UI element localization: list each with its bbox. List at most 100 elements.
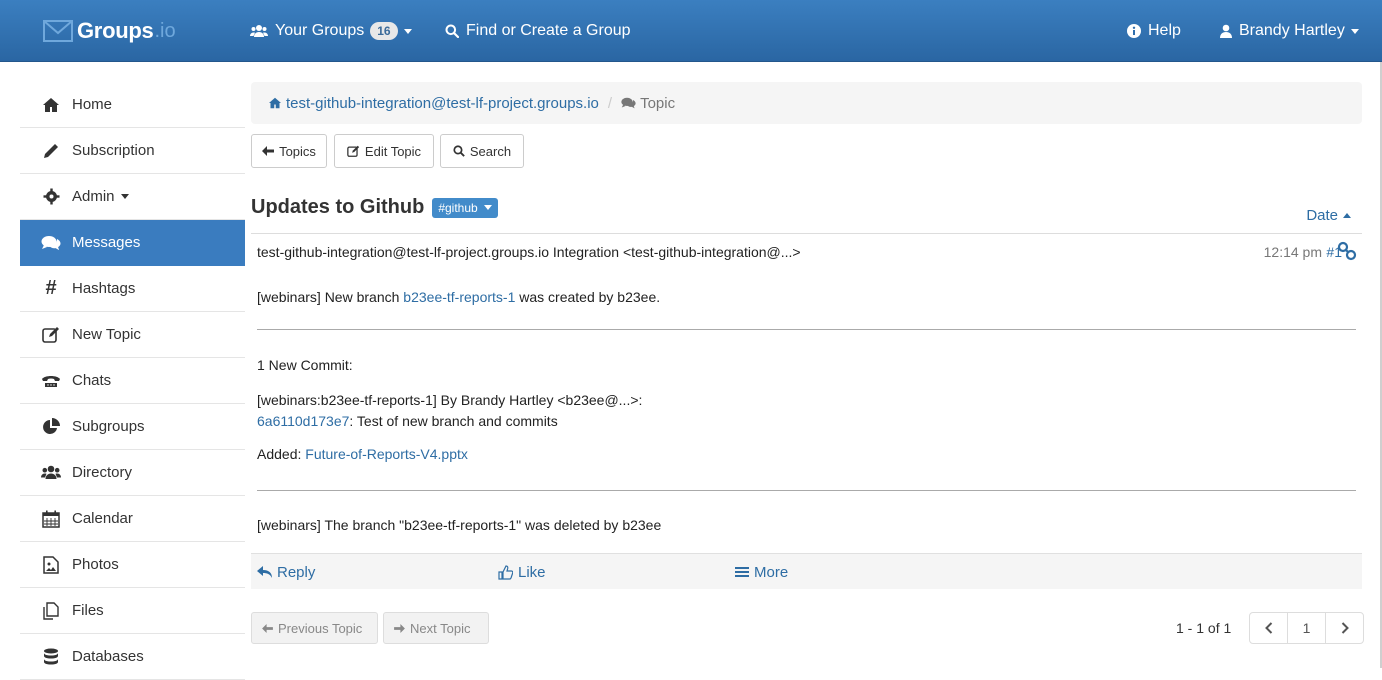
pagination: 1 — [1249, 612, 1364, 644]
hashtag-icon: # — [45, 277, 57, 299]
like-label: Like — [518, 563, 546, 581]
sidebar-item-messages[interactable]: Messages — [20, 220, 245, 266]
hashtag-label: #github — [438, 200, 478, 215]
chevron-right-icon — [1341, 622, 1349, 634]
more-button[interactable]: More — [735, 554, 788, 590]
commit-line: [webinars:b23ee-tf-reports-1] By Brandy … — [257, 392, 643, 408]
gear-icon — [40, 188, 62, 206]
your-groups-label: Your Groups — [275, 22, 365, 39]
sidebar-item-subscription[interactable]: Subscription — [20, 128, 245, 174]
reply-button[interactable]: Reply — [257, 554, 315, 590]
like-button[interactable]: Like — [498, 554, 546, 590]
search-button-label: Search — [469, 143, 512, 159]
caret-down-icon — [120, 194, 129, 199]
sort-label: Date — [1306, 207, 1338, 224]
added-file-line: Added: Future-of-Reports-V4.pptx — [257, 446, 468, 462]
sidebar-item-photos[interactable]: Photos — [20, 542, 245, 588]
pencil-icon — [40, 142, 62, 160]
sidebar-item-calendar[interactable]: Calendar — [20, 496, 245, 542]
help-link[interactable]: Help — [1127, 0, 1181, 62]
sidebar-item-label: Calendar — [72, 510, 133, 527]
breadcrumb-separator: / — [607, 94, 613, 112]
sidebar-item-directory[interactable]: Directory — [20, 450, 245, 496]
your-groups-menu[interactable]: Your Groups 16 — [250, 0, 412, 62]
caret-down-icon — [403, 28, 412, 34]
link-icon[interactable] — [1337, 241, 1357, 261]
group-count-badge: 16 — [370, 22, 398, 40]
search-button[interactable]: Search — [440, 134, 524, 168]
users-icon — [40, 464, 62, 482]
topics-button[interactable]: Topics — [251, 134, 327, 168]
sidebar-item-label: Hashtags — [72, 280, 136, 297]
previous-topic-label: Previous Topic — [278, 620, 363, 636]
find-create-group-link[interactable]: Find or Create a Group — [445, 0, 631, 62]
breadcrumb-group-label: test-github-integration@test-lf-project.… — [286, 94, 599, 112]
search-icon — [445, 24, 459, 38]
breadcrumb-group-link[interactable]: test-github-integration@test-lf-project.… — [268, 95, 599, 112]
find-create-label: Find or Create a Group — [466, 22, 631, 39]
sidebar-item-new-topic[interactable]: New Topic — [20, 312, 245, 358]
topics-button-label: Topics — [279, 143, 316, 159]
commit-hash-link[interactable]: 6a6110d173e7 — [257, 413, 349, 429]
sort-up-icon — [1343, 213, 1351, 218]
added-file-link[interactable]: Future-of-Reports-V4.pptx — [305, 446, 468, 462]
sidebar-item-label: Home — [72, 96, 113, 113]
sidebar-item-label: New Topic — [72, 326, 141, 343]
breadcrumb: test-github-integration@test-lf-project.… — [251, 82, 1362, 124]
hashtag-badge[interactable]: #github — [432, 197, 498, 218]
branch-link[interactable]: b23ee-tf-reports-1 — [403, 289, 515, 305]
reply-label: Reply — [277, 563, 316, 581]
divider — [251, 233, 1362, 234]
brand-name: Groups — [77, 18, 154, 43]
reply-icon — [257, 566, 272, 578]
sidebar-item-label: Subscription — [72, 142, 155, 159]
groups-io-logo[interactable]: Groups .io — [43, 16, 176, 46]
sidebar: Home Subscription Admin Messages # Hasht… — [20, 82, 245, 680]
edit-topic-label: Edit Topic — [364, 143, 422, 159]
user-name: Brandy Hartley — [1239, 22, 1345, 39]
home-icon — [40, 96, 62, 114]
sidebar-item-subgroups[interactable]: Subgroups — [20, 404, 245, 450]
added-label: Added: — [257, 446, 306, 462]
help-label: Help — [1148, 22, 1181, 39]
previous-topic-button[interactable]: Previous Topic — [251, 612, 378, 644]
breadcrumb-current-label: Topic — [640, 94, 676, 112]
next-topic-button[interactable]: Next Topic — [383, 612, 489, 644]
deleted-line: [webinars] The branch "b23ee-tf-reports-… — [257, 517, 662, 533]
page-number[interactable]: 1 — [1288, 613, 1326, 643]
prev-page-button[interactable] — [1250, 613, 1288, 643]
caret-down-icon — [483, 205, 492, 210]
commit-detail: 6a6110d173e7: Test of new branch and com… — [257, 413, 558, 429]
created-post: was created by b23ee. — [515, 289, 661, 305]
photo-icon — [40, 555, 62, 574]
message-sender[interactable]: test-github-integration@test-lf-project.… — [257, 244, 801, 260]
chevron-left-icon — [1264, 622, 1272, 634]
user-menu[interactable]: Brandy Hartley — [1220, 0, 1359, 62]
sidebar-item-files[interactable]: Files — [20, 588, 245, 634]
users-icon — [250, 25, 268, 37]
comments-icon — [40, 234, 62, 252]
sidebar-item-label: Messages — [72, 234, 141, 251]
pie-icon — [40, 417, 62, 436]
sidebar-item-admin[interactable]: Admin — [20, 174, 245, 220]
sidebar-item-hashtags[interactable]: # Hashtags — [20, 266, 245, 312]
thumbs-up-icon — [498, 564, 513, 580]
arrow-left-icon — [262, 146, 275, 156]
next-page-button[interactable] — [1326, 613, 1363, 643]
arrow-left-icon — [262, 623, 273, 633]
commits-header: 1 New Commit: — [257, 357, 353, 373]
sidebar-item-databases[interactable]: Databases — [20, 634, 245, 680]
edit-topic-button[interactable]: Edit Topic — [334, 134, 434, 168]
home-icon — [269, 97, 281, 109]
brand-suffix: .io — [154, 19, 176, 42]
menu-icon — [735, 567, 749, 577]
next-topic-label: Next Topic — [410, 620, 471, 636]
sidebar-item-home[interactable]: Home — [20, 82, 245, 128]
sort-by-date[interactable]: Date — [1306, 207, 1351, 224]
more-label: More — [754, 563, 789, 581]
message-actions: Reply Like More — [251, 553, 1362, 589]
arrow-right-icon — [394, 623, 405, 633]
sidebar-item-chats[interactable]: Chats — [20, 358, 245, 404]
top-navbar: Groups .io Your Groups 16 Find or Create… — [0, 0, 1382, 62]
sidebar-item-label: Databases — [72, 648, 144, 665]
